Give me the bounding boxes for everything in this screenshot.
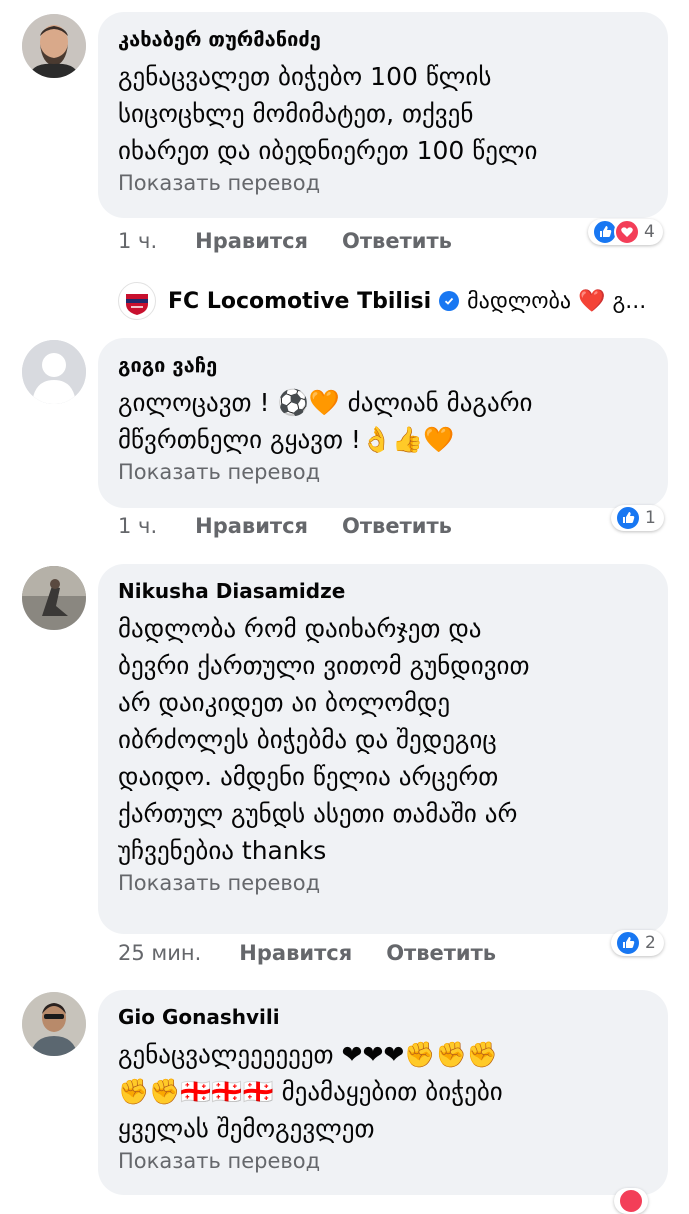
comment-actions: 25 мин. Нравится Ответить bbox=[118, 941, 496, 965]
love-icon bbox=[618, 1188, 644, 1214]
reply-button[interactable]: Ответить bbox=[342, 514, 452, 538]
avatar-default[interactable] bbox=[22, 340, 86, 404]
reply-button[interactable]: Ответить bbox=[342, 229, 452, 253]
comment-line: არ დაიკიდეთ აი ბოლომდე bbox=[118, 688, 451, 717]
comment-bubble-3: Nikusha Diasamidze მადლობა რომ დაიხარჯეთ… bbox=[98, 564, 668, 934]
comment-author[interactable]: Gio Gonashvili bbox=[118, 1004, 646, 1030]
comment-text: გენაცვალეთ ბიჭებო 100 წლის სიცოცხლე მომი… bbox=[118, 58, 646, 169]
love-icon bbox=[614, 219, 640, 245]
comment-author[interactable]: გიგი ვაჩე bbox=[118, 352, 646, 378]
comment-time[interactable]: 1 ч. bbox=[118, 229, 157, 253]
page-reply-text: მადლობა ❤️ გ... bbox=[467, 288, 647, 314]
comment-line: ბევრი ქართული ვითომ გუნდივით bbox=[118, 651, 530, 680]
show-translation-link[interactable]: Показать перевод bbox=[118, 869, 646, 897]
comment-author[interactable]: კახაბერ თურმანიძე bbox=[118, 26, 646, 52]
comment-text: მადლობა რომ დაიხარჯეთ და ბევრი ქართული ვ… bbox=[118, 610, 646, 869]
fc-locomotive-logo[interactable] bbox=[118, 282, 156, 320]
like-icon bbox=[615, 930, 641, 956]
avatar-kakhaber[interactable] bbox=[22, 14, 86, 78]
comment-line: ყველას შემოგევლეთ bbox=[118, 1114, 375, 1143]
reaction-count: 2 bbox=[645, 933, 656, 953]
comment-bubble-4: Gio Gonashvili გენაცვალეეეეეეთ ❤❤❤✊✊✊ ✊✊… bbox=[98, 990, 668, 1195]
comment-line: გენაცვალეეეეეეთ ❤❤❤✊✊✊ bbox=[118, 1040, 498, 1069]
avatar-nikusha[interactable] bbox=[22, 566, 86, 630]
comment-line: უჩვენებია thanks bbox=[118, 836, 327, 865]
like-button[interactable]: Нравится bbox=[195, 229, 308, 253]
reactions-summary[interactable]: 4 bbox=[588, 219, 663, 245]
comment-time[interactable]: 1 ч. bbox=[118, 514, 157, 538]
comment-line: იბრძოლეს ბიჭებმა და შედეგიც bbox=[118, 725, 497, 754]
reply-button[interactable]: Ответить bbox=[386, 941, 496, 965]
show-translation-link[interactable]: Показать перевод bbox=[118, 458, 646, 486]
reactions-summary[interactable]: 1 bbox=[611, 505, 664, 531]
comment-line: ქართულ გუნდს ასეთი თამაში არ bbox=[118, 799, 518, 828]
like-button[interactable]: Нравится bbox=[239, 941, 352, 965]
reactions-summary[interactable]: 2 bbox=[611, 930, 664, 956]
page-reply-preview[interactable]: FC Locomotive Tbilisi მადლობა ❤️ გ... bbox=[118, 282, 646, 320]
comment-line: დაიდო. ამდენი წელია არცერთ bbox=[118, 762, 499, 791]
comment-text: გენაცვალეეეეეეთ ❤❤❤✊✊✊ ✊✊🇬🇪🇬🇪🇬🇪 მეამაყებ… bbox=[118, 1036, 646, 1147]
comment-actions: 1 ч. Нравится Ответить bbox=[118, 229, 452, 253]
comment-bubble-2: გიგი ვაჩე გილოცავთ ! ⚽🧡 ძალიან მაგარი მწ… bbox=[98, 338, 668, 508]
comment-line: გენაცვალეთ ბიჭებო 100 წლის bbox=[118, 62, 492, 91]
comment-line: მადლობა რომ დაიხარჯეთ და bbox=[118, 614, 482, 643]
comment-time[interactable]: 25 мин. bbox=[118, 941, 201, 965]
comment-bubble-1: კახაბერ თურმანიძე გენაცვალეთ ბიჭებო 100 … bbox=[98, 12, 668, 218]
like-button[interactable]: Нравится bbox=[195, 514, 308, 538]
show-translation-link[interactable]: Показать перевод bbox=[118, 169, 646, 197]
comment-line: გილოცავთ ! ⚽🧡 ძალიან მაგარი bbox=[118, 388, 533, 417]
like-icon bbox=[615, 505, 641, 531]
page-reply-author[interactable]: FC Locomotive Tbilisi bbox=[168, 289, 431, 314]
reactions-summary-partial[interactable] bbox=[614, 1188, 648, 1214]
comment-actions: 1 ч. Нравится Ответить bbox=[118, 514, 452, 538]
show-translation-link[interactable]: Показать перевод bbox=[118, 1147, 646, 1175]
comment-text: გილოცავთ ! ⚽🧡 ძალიან მაგარი მწვრთნელი გყ… bbox=[118, 384, 646, 458]
comment-line: სიცოცხლე მომიმატეთ, თქვენ bbox=[118, 99, 474, 128]
avatar-gio[interactable] bbox=[22, 992, 86, 1056]
comment-line: ✊✊🇬🇪🇬🇪🇬🇪 მეამაყებით ბიჭები bbox=[118, 1077, 503, 1106]
comment-line: იხარეთ და იბედნიერეთ 100 წელი bbox=[118, 136, 538, 165]
comment-line: მწვრთნელი გყავთ !👌👍🧡 bbox=[118, 425, 455, 454]
reaction-count: 1 bbox=[645, 508, 656, 528]
reaction-count: 4 bbox=[644, 222, 655, 242]
verified-badge-icon bbox=[439, 291, 460, 311]
comment-author[interactable]: Nikusha Diasamidze bbox=[118, 578, 646, 604]
